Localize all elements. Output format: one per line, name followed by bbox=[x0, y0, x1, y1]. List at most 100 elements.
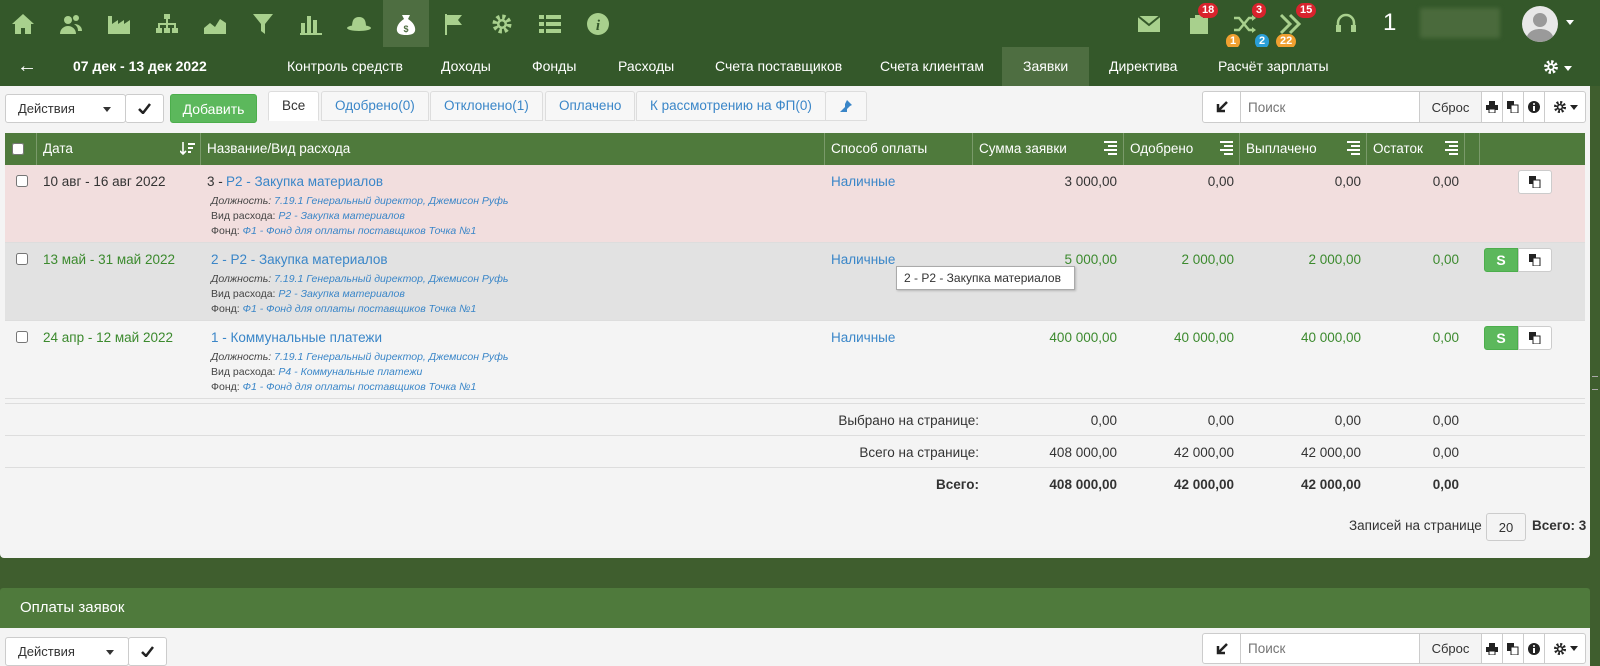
copy-icon bbox=[1507, 101, 1519, 113]
copy-row-button[interactable] bbox=[1518, 170, 1552, 194]
row-title-link[interactable]: 1 - Коммунальные платежи bbox=[211, 330, 382, 345]
reset-button[interactable]: Сброс bbox=[1419, 91, 1482, 123]
list-icon[interactable] bbox=[527, 0, 573, 47]
nav-link-requests[interactable]: Заявки bbox=[1002, 47, 1090, 86]
filter-icon[interactable] bbox=[240, 0, 286, 47]
chevron-down-icon[interactable] bbox=[1564, 66, 1572, 71]
position-link[interactable]: 7.19.1 Генеральный директор, Джемисон Ру… bbox=[274, 273, 508, 285]
date-range[interactable]: 07 дек - 13 дек 2022 bbox=[73, 47, 207, 86]
col-amount[interactable]: Сумма заявки bbox=[973, 133, 1124, 165]
actions-dropdown[interactable]: Действия bbox=[5, 637, 129, 666]
col-payment-method[interactable]: Способ оплаты bbox=[825, 133, 973, 165]
copy-row-button[interactable] bbox=[1518, 248, 1552, 272]
search-input[interactable] bbox=[1240, 633, 1420, 664]
s-button[interactable]: S bbox=[1484, 248, 1518, 272]
copy-icon bbox=[1529, 332, 1541, 344]
copy-row-button[interactable] bbox=[1518, 326, 1552, 350]
row-checkbox[interactable] bbox=[16, 331, 28, 343]
row-expense-type: Вид расхода: P2 - Закупка материалов bbox=[211, 210, 405, 222]
bar-chart-icon[interactable] bbox=[288, 0, 334, 47]
info-button[interactable] bbox=[1523, 91, 1545, 123]
hierarchy-icon[interactable] bbox=[144, 0, 190, 47]
per-page-select[interactable]: 20 bbox=[1486, 513, 1526, 541]
tab-all[interactable]: Все bbox=[268, 91, 320, 121]
area-chart-icon[interactable] bbox=[192, 0, 238, 47]
checkmark-icon bbox=[138, 103, 151, 114]
row-payment-method[interactable]: Наличные bbox=[831, 252, 895, 267]
confirm-button[interactable] bbox=[128, 637, 167, 666]
row-title-link[interactable]: 2 - P2 - Закупка материалов bbox=[211, 252, 388, 267]
row-rest: 0,00 bbox=[1432, 330, 1459, 345]
search-input[interactable] bbox=[1240, 91, 1420, 123]
flag-icon[interactable] bbox=[431, 0, 477, 47]
mail-icon[interactable] bbox=[1126, 0, 1172, 47]
tab-pending-review[interactable]: К рассмотрению на ФП(0) bbox=[636, 91, 826, 121]
nav-link-income[interactable]: Доходы bbox=[441, 47, 491, 86]
s-button[interactable]: S bbox=[1484, 326, 1518, 350]
row-checkbox[interactable] bbox=[16, 253, 28, 265]
type-link[interactable]: P4 - Коммунальные платежи bbox=[278, 366, 422, 378]
nav-link-directive[interactable]: Директива bbox=[1109, 47, 1177, 86]
settings-gear-icon[interactable] bbox=[1543, 59, 1559, 78]
nav-link-funds[interactable]: Фонды bbox=[532, 47, 576, 86]
select-all-cell bbox=[5, 133, 37, 165]
tab-approved[interactable]: Одобрено(0) bbox=[321, 91, 429, 121]
col-rest[interactable]: Остаток bbox=[1367, 133, 1465, 165]
headset-icon[interactable] bbox=[1323, 0, 1369, 47]
settings-dropdown[interactable] bbox=[1544, 633, 1586, 664]
info-icon[interactable]: i bbox=[575, 0, 621, 47]
row-title-link[interactable]: P2 - Закупка материалов bbox=[226, 174, 383, 189]
summary-label: Всего: bbox=[936, 477, 979, 492]
copy-button[interactable] bbox=[1502, 633, 1524, 664]
row-checkbox[interactable] bbox=[16, 175, 28, 187]
col-date[interactable]: Дата bbox=[37, 133, 201, 165]
nav-link-funds-control[interactable]: Контроль средств bbox=[287, 47, 403, 86]
actions-dropdown[interactable]: Действия bbox=[5, 94, 126, 123]
col-rest-label: Остаток bbox=[1373, 141, 1423, 156]
fund-link[interactable]: Ф1 - Фонд для оплаты поставщиков Точка №… bbox=[243, 225, 477, 237]
tab-paid[interactable]: Оплачено bbox=[545, 91, 636, 121]
col-paid[interactable]: Выплачено bbox=[1240, 133, 1367, 165]
copy-button[interactable] bbox=[1502, 91, 1524, 123]
reset-button[interactable]: Сброс bbox=[1419, 633, 1482, 664]
users-icon[interactable] bbox=[48, 0, 94, 47]
money-bag-icon[interactable]: $ bbox=[383, 0, 429, 47]
col-name[interactable]: Название/Вид расхода bbox=[201, 133, 825, 165]
table-row[interactable]: 13 май - 31 май 2022 2 - P2 - Закупка ма… bbox=[5, 243, 1585, 321]
nav-link-client-invoices[interactable]: Счета клиентам bbox=[880, 47, 984, 86]
info-button[interactable] bbox=[1523, 633, 1545, 664]
table-row[interactable]: 10 авг - 16 авг 2022 3 - P2 - Закупка ма… bbox=[5, 165, 1585, 243]
add-button[interactable]: Добавить bbox=[170, 94, 257, 123]
nav-link-expenses[interactable]: Расходы bbox=[618, 47, 674, 86]
print-button[interactable] bbox=[1481, 91, 1503, 123]
print-button[interactable] bbox=[1481, 633, 1503, 664]
fund-link[interactable]: Ф1 - Фонд для оплаты поставщиков Точка №… bbox=[243, 303, 477, 315]
back-button[interactable]: ← bbox=[17, 47, 37, 86]
col-date-label: Дата bbox=[43, 141, 73, 156]
gear-icon[interactable] bbox=[479, 0, 525, 47]
row-payment-method[interactable]: Наличные bbox=[831, 174, 895, 189]
fund-link[interactable]: Ф1 - Фонд для оплаты поставщиков Точка №… bbox=[243, 381, 477, 393]
tab-rejected[interactable]: Отклонено(1) bbox=[430, 91, 543, 121]
avatar[interactable] bbox=[1522, 6, 1558, 42]
type-link[interactable]: P2 - Закупка материалов bbox=[278, 210, 404, 222]
settings-dropdown[interactable] bbox=[1544, 91, 1586, 123]
col-approved[interactable]: Одобрено bbox=[1124, 133, 1240, 165]
hat-icon[interactable] bbox=[336, 0, 382, 47]
tab-pin[interactable] bbox=[825, 91, 867, 121]
home-icon[interactable] bbox=[0, 0, 46, 47]
position-link[interactable]: 7.19.1 Генеральный директор, Джемисон Ру… bbox=[274, 195, 508, 207]
nav-link-payroll[interactable]: Расчёт зарплаты bbox=[1218, 47, 1329, 86]
row-payment-method[interactable]: Наличные bbox=[831, 330, 895, 345]
type-link[interactable]: P2 - Закупка материалов bbox=[278, 288, 404, 300]
select-all-checkbox[interactable] bbox=[12, 143, 24, 155]
export-button[interactable] bbox=[1202, 91, 1241, 123]
confirm-button[interactable] bbox=[125, 94, 164, 123]
table-row[interactable]: 24 апр - 12 май 2022 1 - Коммунальные пл… bbox=[5, 321, 1585, 399]
position-link[interactable]: 7.19.1 Генеральный директор, Джемисон Ру… bbox=[274, 351, 508, 363]
scrollbar-grip[interactable] bbox=[1592, 376, 1598, 390]
chevron-down-icon[interactable] bbox=[1566, 20, 1574, 25]
factory-icon[interactable] bbox=[96, 0, 142, 47]
nav-link-supplier-invoices[interactable]: Счета поставщиков bbox=[715, 47, 842, 86]
export-button[interactable] bbox=[1202, 633, 1241, 664]
